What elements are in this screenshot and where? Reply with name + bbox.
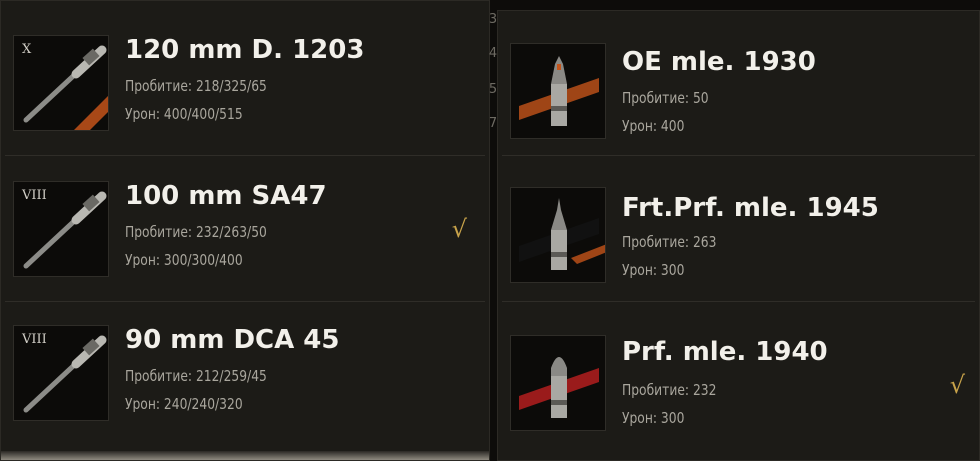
tier-badge: X [22, 42, 32, 57]
gun-name: 90 mm DCA 45 [125, 325, 340, 355]
shell-name: Prf. mle. 1940 [622, 337, 828, 367]
penetration-stat: Пробитие: 212/259/45 [125, 367, 267, 385]
penetration-stat: Пробитие: 232 [622, 381, 717, 399]
damage-stat: Урон: 300 [622, 261, 685, 279]
shell-item-oe-1930[interactable]: OE mle. 1930 Пробитие: 50 Урон: 400 [502, 19, 975, 156]
gun-thumbnail: VIII [13, 181, 109, 277]
gun-item-90mm[interactable]: VIII 90 mm DCA 45 Пробитие: 212/259/45 У… [5, 309, 485, 445]
gun-list-panel: X 120 mm D. 1203 Пробитие: 218/325/65 Ур… [0, 0, 490, 461]
he-shell-icon [519, 56, 599, 126]
damage-stat: Урон: 300/300/400 [125, 251, 243, 269]
heat-shell-icon [519, 198, 605, 270]
ap-shell-icon [519, 357, 599, 418]
panel-bottom-edge [1, 451, 489, 460]
shell-list-panel: OE mle. 1930 Пробитие: 50 Урон: 400 Frt.… [497, 10, 980, 461]
gun-item-120mm[interactable]: X 120 mm D. 1203 Пробитие: 218/325/65 Ур… [5, 19, 485, 156]
damage-stat: Урон: 300 [622, 409, 685, 427]
shell-thumbnail [510, 187, 606, 283]
penetration-stat: Пробитие: 218/325/65 [125, 77, 267, 95]
shell-item-frt-prf-1945[interactable]: Frt.Prf. mle. 1945 Пробитие: 263 Урон: 3… [502, 165, 975, 302]
tier-badge: VIII [22, 332, 47, 347]
penetration-stat: Пробитие: 232/263/50 [125, 223, 267, 241]
shell-name: OE mle. 1930 [622, 47, 816, 77]
shell-thumbnail [510, 43, 606, 139]
damage-stat: Урон: 240/240/320 [125, 395, 243, 413]
damage-stat: Урон: 400/400/515 [125, 105, 243, 123]
checkmark-icon: √ [949, 371, 965, 399]
gun-thumbnail: X [13, 35, 109, 131]
shell-name: Frt.Prf. mle. 1945 [622, 193, 879, 223]
checkmark-icon: √ [451, 215, 467, 243]
shell-item-prf-1940[interactable]: Prf. mle. 1940 Пробитие: 232 Урон: 300 √ [502, 309, 975, 445]
penetration-stat: Пробитие: 50 [622, 89, 709, 107]
gun-name: 100 mm SA47 [125, 181, 327, 211]
tier-badge: VIII [22, 188, 47, 203]
damage-stat: Урон: 400 [622, 117, 685, 135]
shell-thumbnail [510, 335, 606, 431]
gun-name: 120 mm D. 1203 [125, 35, 365, 65]
gun-item-100mm[interactable]: VIII 100 mm SA47 Пробитие: 232/263/50 Ур… [5, 165, 485, 302]
gun-thumbnail: VIII [13, 325, 109, 421]
penetration-stat: Пробитие: 263 [622, 233, 717, 251]
